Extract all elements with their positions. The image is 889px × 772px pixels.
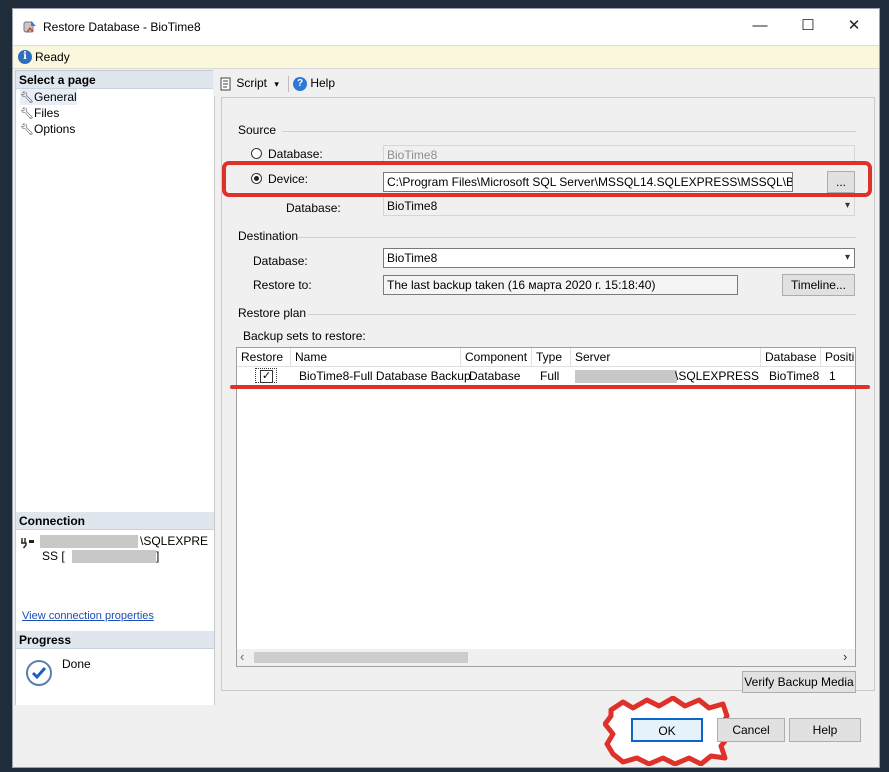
horizontal-scrollbar[interactable]: ‹ ›: [237, 649, 855, 666]
database-source-label: Database:: [268, 147, 323, 161]
status-bar: i Ready: [13, 45, 879, 69]
page-options[interactable]: 🔧︎Options: [20, 121, 75, 137]
scrollbar-thumb[interactable]: [254, 652, 468, 663]
device-highlight-frame: [222, 161, 872, 197]
page-files-label: Files: [34, 106, 60, 120]
col-header-component[interactable]: Component: [461, 348, 532, 367]
timeline-button[interactable]: Timeline...: [782, 274, 855, 296]
destination-header: Destination: [238, 229, 299, 243]
restore-database-window: Restore Database - BioTime8 — ☐ ✕ i Read…: [12, 8, 880, 768]
redacted-server: [575, 370, 677, 383]
page-general[interactable]: 🔧︎General: [20, 89, 77, 105]
device-database-select[interactable]: BioTime8 ▾: [383, 196, 855, 216]
row-server: \SQLEXPRESS: [675, 369, 760, 383]
wrench-icon: 🔧︎: [20, 108, 34, 120]
col-header-name[interactable]: Name: [291, 348, 461, 367]
source-database-value: BioTime8: [387, 148, 438, 162]
redacted-login: [72, 550, 156, 563]
redacted-server-name: [40, 535, 138, 548]
minimize-button[interactable]: —: [737, 9, 783, 43]
destination-divider: [298, 237, 856, 238]
col-header-restore[interactable]: Restore: [237, 348, 291, 367]
restore-checkbox[interactable]: ✓: [260, 370, 273, 383]
toolbar-separator: [288, 76, 289, 92]
source-header: Source: [238, 123, 277, 137]
title-bar: Restore Database - BioTime8 — ☐ ✕: [13, 9, 879, 45]
source-divider: [282, 131, 856, 132]
general-page: Source Database: BioTime8 Device: C:\Pro…: [221, 97, 875, 693]
restore-plan-divider: [308, 314, 856, 315]
row-component: Database: [469, 369, 521, 383]
backup-sets-label: Backup sets to restore:: [243, 329, 366, 343]
help-toolbar-button[interactable]: ? Help: [293, 74, 335, 92]
dialog-button-bar: OK Cancel Help: [13, 696, 879, 767]
window-title: Restore Database - BioTime8: [43, 20, 201, 34]
status-text: Ready: [35, 50, 70, 64]
select-page-header: Select a page: [16, 71, 214, 89]
help-button[interactable]: Help: [789, 718, 861, 742]
maximize-button[interactable]: ☐: [785, 9, 831, 43]
row-database: BioTime8: [769, 369, 820, 383]
script-icon: [220, 77, 231, 91]
verify-backup-media-button[interactable]: Verify Backup Media: [742, 671, 856, 693]
page-options-label: Options: [34, 122, 76, 136]
connection-server: \SQLEXPRE: [140, 534, 209, 548]
restore-to-field: The last backup taken (16 марта 2020 г. …: [383, 275, 738, 295]
chevron-down-icon: ▾: [844, 200, 850, 211]
help-toolbar-label: Help: [310, 76, 336, 90]
script-dropdown-arrow[interactable]: ▾: [274, 79, 279, 89]
chevron-down-icon: ▾: [844, 252, 850, 263]
help-icon: ?: [293, 76, 307, 91]
row-name: BioTime8-Full Database Backup: [299, 369, 471, 383]
wrench-icon: 🔧︎: [20, 124, 34, 136]
database-restore-icon: [23, 21, 36, 33]
cancel-button[interactable]: Cancel: [717, 718, 785, 742]
done-check-icon: [26, 660, 52, 686]
col-header-database[interactable]: Database: [761, 348, 821, 367]
col-header-type[interactable]: Type: [532, 348, 571, 367]
row-position: 1: [829, 369, 836, 383]
row-type: Full: [540, 369, 560, 383]
col-header-server[interactable]: Server: [571, 348, 761, 367]
destination-database-label: Database:: [253, 254, 308, 268]
table-row[interactable]: ✓ BioTime8-Full Database Backup Database…: [237, 367, 855, 386]
connection-line2: SS [: [42, 549, 65, 563]
col-header-position[interactable]: Positic: [821, 348, 855, 367]
left-pane: Select a page 🔧︎General 🔧︎Files 🔧︎Option…: [15, 70, 215, 707]
connection-header: Connection: [16, 512, 214, 530]
connection-plug-icon: [21, 538, 34, 549]
restore-to-value: The last backup taken (16 марта 2020 г. …: [387, 278, 656, 292]
destination-database-select[interactable]: BioTime8 ▾: [383, 248, 855, 268]
restore-to-label: Restore to:: [253, 278, 312, 292]
backup-sets-grid[interactable]: Restore Name Component Type Server Datab…: [236, 347, 856, 667]
connection-line2-end: ]: [156, 549, 160, 563]
progress-header: Progress: [16, 631, 214, 649]
info-icon: i: [18, 50, 32, 64]
restore-plan-header: Restore plan: [238, 306, 307, 320]
close-button[interactable]: ✕: [831, 9, 877, 43]
ok-button[interactable]: OK: [631, 718, 703, 742]
script-label: Script: [236, 76, 268, 90]
device-database-value: BioTime8: [387, 199, 438, 213]
toolbar: Script ▾ ? Help: [213, 70, 879, 96]
progress-status: Done: [62, 657, 91, 671]
destination-database-value: BioTime8: [387, 251, 438, 265]
wrench-icon: 🔧︎: [20, 92, 34, 104]
page-files[interactable]: 🔧︎Files: [20, 105, 59, 121]
row-highlight-underline: [230, 385, 870, 389]
script-button[interactable]: Script ▾: [219, 74, 279, 92]
database-source-radio[interactable]: [251, 148, 262, 159]
page-general-label: General: [34, 90, 77, 104]
scroll-right-arrow[interactable]: ›: [843, 649, 847, 664]
scroll-left-arrow[interactable]: ‹: [240, 649, 244, 664]
view-connection-properties-link[interactable]: View connection properties: [22, 610, 154, 622]
device-database-label: Database:: [286, 201, 341, 215]
